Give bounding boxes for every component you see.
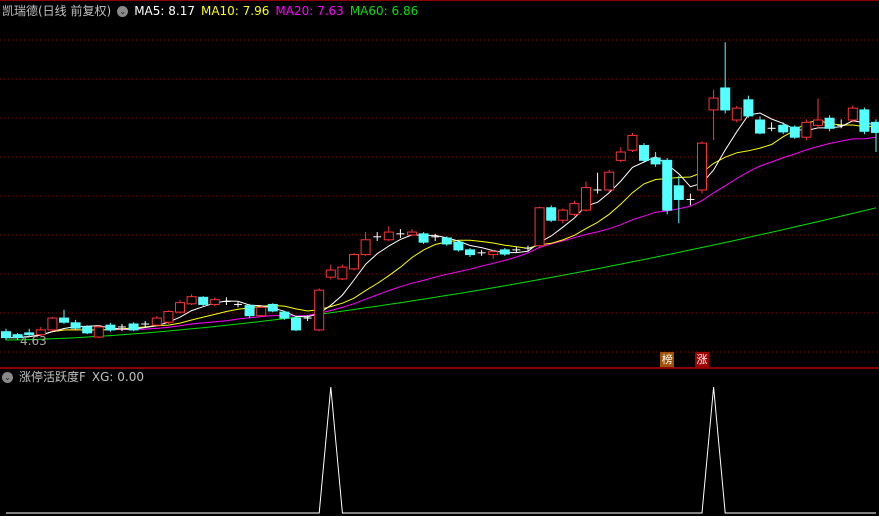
down-candle	[743, 99, 754, 117]
ma10-line	[6, 119, 877, 339]
down-candle	[650, 157, 661, 165]
up-candle	[731, 107, 742, 121]
down-candle	[1, 331, 11, 339]
ma20-line	[6, 136, 877, 339]
moving-average-lines	[5, 112, 877, 341]
indicator-title: 涨停活跃度F	[19, 370, 86, 384]
up-candle	[534, 207, 545, 247]
up-candle	[256, 306, 267, 317]
indicator-chart	[6, 386, 876, 514]
up-candle	[569, 203, 580, 215]
up-candle	[209, 299, 220, 305]
up-candle	[383, 231, 394, 241]
indicator-value: XG: 0.00	[91, 370, 145, 384]
down-candle	[639, 144, 649, 161]
up-candle	[604, 171, 615, 191]
up-candle	[615, 151, 626, 161]
up-candle	[349, 254, 359, 270]
up-candle	[151, 317, 162, 326]
up-candle	[557, 209, 568, 221]
down-candle	[267, 303, 278, 312]
price-chart	[0, 0, 879, 514]
stock-title: 凯瑞德(日线 前复权)	[2, 4, 112, 18]
grid-lines	[0, 39, 879, 353]
down-candle	[70, 322, 81, 329]
down-candle	[105, 324, 116, 331]
down-candle	[291, 317, 301, 331]
down-candle	[82, 326, 93, 334]
xg-line	[6, 386, 876, 514]
down-candle	[824, 117, 835, 129]
down-candle	[871, 121, 879, 133]
up-candle	[813, 119, 823, 126]
up-candle	[175, 302, 185, 313]
down-candle	[499, 249, 510, 255]
down-candle	[465, 249, 475, 256]
up-candle	[186, 296, 197, 305]
down-candle	[720, 87, 731, 111]
up-candle	[325, 269, 336, 278]
chevron-down-icon[interactable]: ⌄	[117, 5, 129, 17]
up-candle	[93, 326, 104, 338]
down-candle	[662, 159, 673, 211]
up-candle	[488, 251, 499, 256]
zhang-marker[interactable]: 涨	[695, 352, 709, 367]
bang-marker[interactable]: 榜	[660, 352, 675, 367]
main-header: 凯瑞德(日线 前复权) ⌄ MA5: 8.17 MA10: 7.96 MA20:…	[2, 2, 424, 20]
down-candle	[244, 305, 255, 317]
chevron-down-icon[interactable]: ⌄	[2, 371, 13, 383]
up-candle	[337, 266, 348, 280]
down-candle	[453, 241, 464, 251]
ma10-label: MA10: 7.96	[200, 4, 270, 18]
ma20-label: MA20: 7.63	[275, 4, 344, 18]
down-candle	[418, 233, 429, 243]
down-candle	[673, 185, 684, 200]
up-candle	[801, 121, 812, 138]
up-candle	[847, 107, 858, 121]
indicator-header: ⌄ 涨停活跃度F XG: 0.00	[2, 368, 150, 386]
down-candle	[789, 126, 800, 138]
up-candle	[360, 239, 371, 256]
up-candle	[697, 142, 707, 191]
up-candle	[47, 317, 58, 331]
up-candle	[627, 134, 638, 151]
down-candle	[546, 207, 557, 221]
down-candle	[441, 237, 452, 245]
down-candle	[198, 296, 209, 305]
up-candle	[708, 97, 719, 111]
down-candle	[279, 311, 290, 319]
ma60-label: MA60: 6.86	[349, 4, 419, 18]
up-candle	[163, 311, 174, 323]
up-candle	[314, 289, 325, 331]
candlesticks	[1, 42, 879, 340]
ma5-label: MA5: 8.17	[134, 4, 195, 18]
down-candle	[128, 323, 139, 331]
down-candle	[778, 124, 789, 133]
ma5-line	[6, 112, 877, 339]
low-price-label: 4.63	[20, 334, 47, 348]
up-candle	[407, 231, 417, 236]
up-candle	[581, 187, 591, 211]
down-candle	[859, 109, 870, 132]
down-candle	[59, 317, 69, 323]
down-candle	[755, 119, 765, 134]
